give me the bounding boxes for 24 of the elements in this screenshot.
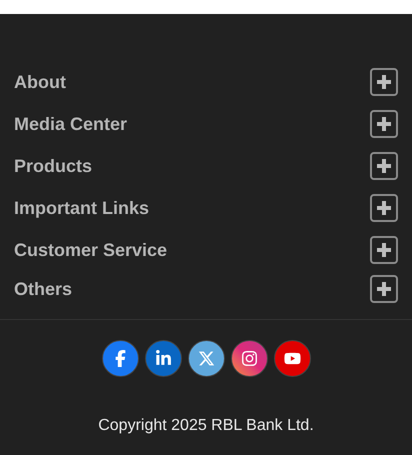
copyright-text: Copyright 2025 RBL Bank Ltd. [97,416,315,436]
linkedin-icon[interactable] [144,340,182,377]
expand-button[interactable] [370,152,398,180]
section-title[interactable]: About [14,68,66,96]
plus-icon [377,201,391,215]
section-title[interactable]: Important Links [14,194,150,222]
x-icon[interactable] [188,340,224,377]
section-title[interactable]: Media Center [14,110,128,138]
expand-button[interactable] [370,275,398,303]
plus-icon [377,159,391,173]
instagram-icon[interactable] [230,340,268,377]
plus-icon [377,117,391,131]
youtube-icon[interactable] [274,340,310,377]
plus-icon [377,282,391,296]
plus-icon [377,75,391,89]
section-title[interactable]: Customer Service [14,236,168,264]
section-title[interactable]: Products [14,152,92,180]
expand-button[interactable] [370,68,398,96]
facebook-icon[interactable] [102,340,138,377]
expand-button[interactable] [370,110,398,138]
plus-icon [377,243,391,257]
section-title[interactable]: Others [14,276,72,302]
expand-button[interactable] [370,236,398,264]
expand-button[interactable] [370,194,398,222]
